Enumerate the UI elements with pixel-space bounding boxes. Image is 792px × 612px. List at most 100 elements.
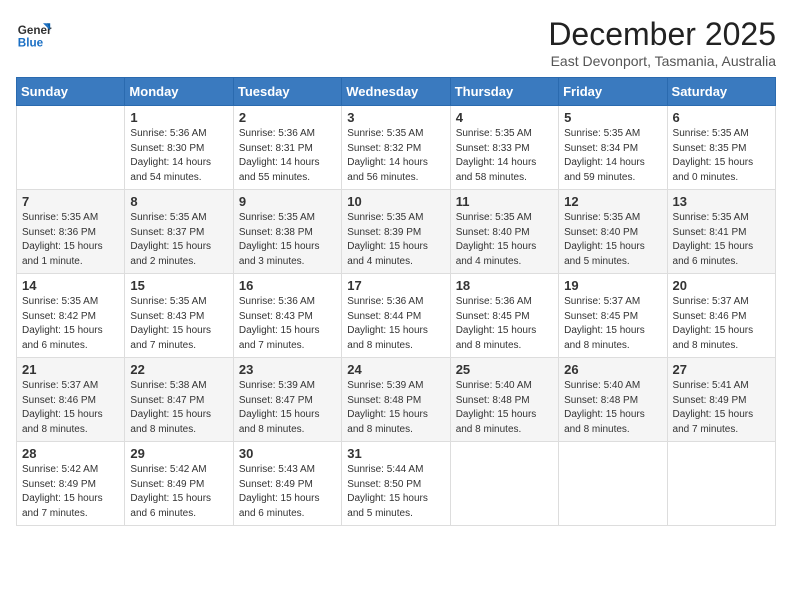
day-info: Sunrise: 5:36 AM Sunset: 8:31 PM Dayligh… <box>239 127 336 185</box>
day-info: Sunrise: 5:39 AM Sunset: 8:47 PM Dayligh… <box>239 379 336 437</box>
day-number: 10 <box>347 194 444 209</box>
day-info: Sunrise: 5:35 AM Sunset: 8:35 PM Dayligh… <box>673 127 770 185</box>
day-number: 20 <box>673 278 770 293</box>
day-number: 3 <box>347 110 444 125</box>
day-number: 31 <box>347 446 444 461</box>
day-info: Sunrise: 5:39 AM Sunset: 8:48 PM Dayligh… <box>347 379 444 437</box>
calendar-cell <box>450 442 558 526</box>
calendar-cell: 17 Sunrise: 5:36 AM Sunset: 8:44 PM Dayli… <box>342 274 450 358</box>
day-number: 2 <box>239 110 336 125</box>
day-number: 15 <box>130 278 227 293</box>
day-number: 24 <box>347 362 444 377</box>
month-title: December 2025 <box>548 16 776 53</box>
day-info: Sunrise: 5:37 AM Sunset: 8:46 PM Dayligh… <box>673 295 770 353</box>
calendar-cell: 4 Sunrise: 5:35 AM Sunset: 8:33 PM Daylig… <box>450 106 558 190</box>
day-info: Sunrise: 5:36 AM Sunset: 8:43 PM Dayligh… <box>239 295 336 353</box>
day-info: Sunrise: 5:35 AM Sunset: 8:40 PM Dayligh… <box>564 211 661 269</box>
calendar-week-2: 7Sunrise: 5:35 AM Sunset: 8:36 PM Daylig… <box>17 190 776 274</box>
calendar-cell: 18 Sunrise: 5:36 AM Sunset: 8:45 PM Dayli… <box>450 274 558 358</box>
calendar-cell <box>559 442 667 526</box>
calendar-cell: 2 Sunrise: 5:36 AM Sunset: 8:31 PM Daylig… <box>233 106 341 190</box>
calendar-cell: 31 Sunrise: 5:44 AM Sunset: 8:50 PM Dayli… <box>342 442 450 526</box>
day-header-saturday: Saturday <box>667 78 775 106</box>
day-number: 12 <box>564 194 661 209</box>
day-number: 9 <box>239 194 336 209</box>
day-number: 27 <box>673 362 770 377</box>
calendar-cell: 8Sunrise: 5:35 AM Sunset: 8:37 PM Daylig… <box>125 190 233 274</box>
day-number: 7 <box>22 194 119 209</box>
day-number: 13 <box>673 194 770 209</box>
day-info: Sunrise: 5:35 AM Sunset: 8:32 PM Dayligh… <box>347 127 444 185</box>
calendar-cell: 22 Sunrise: 5:38 AM Sunset: 8:47 PM Dayli… <box>125 358 233 442</box>
calendar-week-4: 21 Sunrise: 5:37 AM Sunset: 8:46 PM Dayli… <box>17 358 776 442</box>
day-info: Sunrise: 5:43 AM Sunset: 8:49 PM Dayligh… <box>239 463 336 521</box>
svg-text:Blue: Blue <box>18 37 44 50</box>
calendar-cell: 23 Sunrise: 5:39 AM Sunset: 8:47 PM Dayli… <box>233 358 341 442</box>
calendar-cell: 7Sunrise: 5:35 AM Sunset: 8:36 PM Daylig… <box>17 190 125 274</box>
logo-icon: General Blue <box>16 16 52 52</box>
day-info: Sunrise: 5:35 AM Sunset: 8:33 PM Dayligh… <box>456 127 553 185</box>
calendar-cell: 27 Sunrise: 5:41 AM Sunset: 8:49 PM Dayli… <box>667 358 775 442</box>
day-info: Sunrise: 5:35 AM Sunset: 8:40 PM Dayligh… <box>456 211 553 269</box>
day-info: Sunrise: 5:40 AM Sunset: 8:48 PM Dayligh… <box>564 379 661 437</box>
title-section: December 2025 East Devonport, Tasmania, … <box>548 16 776 69</box>
day-number: 28 <box>22 446 119 461</box>
day-number: 30 <box>239 446 336 461</box>
day-info: Sunrise: 5:37 AM Sunset: 8:46 PM Dayligh… <box>22 379 119 437</box>
day-header-thursday: Thursday <box>450 78 558 106</box>
day-header-tuesday: Tuesday <box>233 78 341 106</box>
calendar-cell <box>667 442 775 526</box>
day-number: 21 <box>22 362 119 377</box>
day-info: Sunrise: 5:44 AM Sunset: 8:50 PM Dayligh… <box>347 463 444 521</box>
calendar-cell: 5 Sunrise: 5:35 AM Sunset: 8:34 PM Daylig… <box>559 106 667 190</box>
logo: General Blue <box>16 16 54 52</box>
calendar-week-5: 28 Sunrise: 5:42 AM Sunset: 8:49 PM Dayli… <box>17 442 776 526</box>
day-number: 11 <box>456 194 553 209</box>
day-info: Sunrise: 5:35 AM Sunset: 8:39 PM Dayligh… <box>347 211 444 269</box>
calendar-cell: 15 Sunrise: 5:35 AM Sunset: 8:43 PM Dayli… <box>125 274 233 358</box>
day-number: 4 <box>456 110 553 125</box>
calendar-cell: 11 Sunrise: 5:35 AM Sunset: 8:40 PM Dayli… <box>450 190 558 274</box>
day-info: Sunrise: 5:37 AM Sunset: 8:45 PM Dayligh… <box>564 295 661 353</box>
day-info: Sunrise: 5:35 AM Sunset: 8:38 PM Dayligh… <box>239 211 336 269</box>
day-header-friday: Friday <box>559 78 667 106</box>
day-number: 5 <box>564 110 661 125</box>
day-info: Sunrise: 5:35 AM Sunset: 8:42 PM Dayligh… <box>22 295 119 353</box>
calendar-cell: 30 Sunrise: 5:43 AM Sunset: 8:49 PM Dayli… <box>233 442 341 526</box>
calendar-cell: 16 Sunrise: 5:36 AM Sunset: 8:43 PM Dayli… <box>233 274 341 358</box>
day-info: Sunrise: 5:36 AM Sunset: 8:45 PM Dayligh… <box>456 295 553 353</box>
day-info: Sunrise: 5:38 AM Sunset: 8:47 PM Dayligh… <box>130 379 227 437</box>
day-info: Sunrise: 5:42 AM Sunset: 8:49 PM Dayligh… <box>22 463 119 521</box>
calendar-cell: 10 Sunrise: 5:35 AM Sunset: 8:39 PM Dayli… <box>342 190 450 274</box>
day-number: 22 <box>130 362 227 377</box>
day-info: Sunrise: 5:41 AM Sunset: 8:49 PM Dayligh… <box>673 379 770 437</box>
day-number: 23 <box>239 362 336 377</box>
calendar-week-3: 14Sunrise: 5:35 AM Sunset: 8:42 PM Dayli… <box>17 274 776 358</box>
day-number: 18 <box>456 278 553 293</box>
day-info: Sunrise: 5:35 AM Sunset: 8:34 PM Dayligh… <box>564 127 661 185</box>
day-number: 19 <box>564 278 661 293</box>
day-info: Sunrise: 5:35 AM Sunset: 8:41 PM Dayligh… <box>673 211 770 269</box>
location: East Devonport, Tasmania, Australia <box>548 53 776 69</box>
day-info: Sunrise: 5:36 AM Sunset: 8:30 PM Dayligh… <box>130 127 227 185</box>
calendar-cell: 14Sunrise: 5:35 AM Sunset: 8:42 PM Dayli… <box>17 274 125 358</box>
day-info: Sunrise: 5:42 AM Sunset: 8:49 PM Dayligh… <box>130 463 227 521</box>
day-number: 17 <box>347 278 444 293</box>
calendar-cell: 6 Sunrise: 5:35 AM Sunset: 8:35 PM Daylig… <box>667 106 775 190</box>
calendar-cell: 19 Sunrise: 5:37 AM Sunset: 8:45 PM Dayli… <box>559 274 667 358</box>
day-number: 26 <box>564 362 661 377</box>
calendar-cell: 20 Sunrise: 5:37 AM Sunset: 8:46 PM Dayli… <box>667 274 775 358</box>
day-number: 6 <box>673 110 770 125</box>
day-header-wednesday: Wednesday <box>342 78 450 106</box>
calendar-cell: 12 Sunrise: 5:35 AM Sunset: 8:40 PM Dayli… <box>559 190 667 274</box>
calendar-cell: 29 Sunrise: 5:42 AM Sunset: 8:49 PM Dayli… <box>125 442 233 526</box>
day-info: Sunrise: 5:35 AM Sunset: 8:43 PM Dayligh… <box>130 295 227 353</box>
day-header-sunday: Sunday <box>17 78 125 106</box>
calendar-table: SundayMondayTuesdayWednesdayThursdayFrid… <box>16 77 776 526</box>
day-number: 16 <box>239 278 336 293</box>
day-number: 29 <box>130 446 227 461</box>
day-info: Sunrise: 5:36 AM Sunset: 8:44 PM Dayligh… <box>347 295 444 353</box>
calendar-cell <box>17 106 125 190</box>
calendar-cell: 24 Sunrise: 5:39 AM Sunset: 8:48 PM Dayli… <box>342 358 450 442</box>
calendar-cell: 26 Sunrise: 5:40 AM Sunset: 8:48 PM Dayli… <box>559 358 667 442</box>
